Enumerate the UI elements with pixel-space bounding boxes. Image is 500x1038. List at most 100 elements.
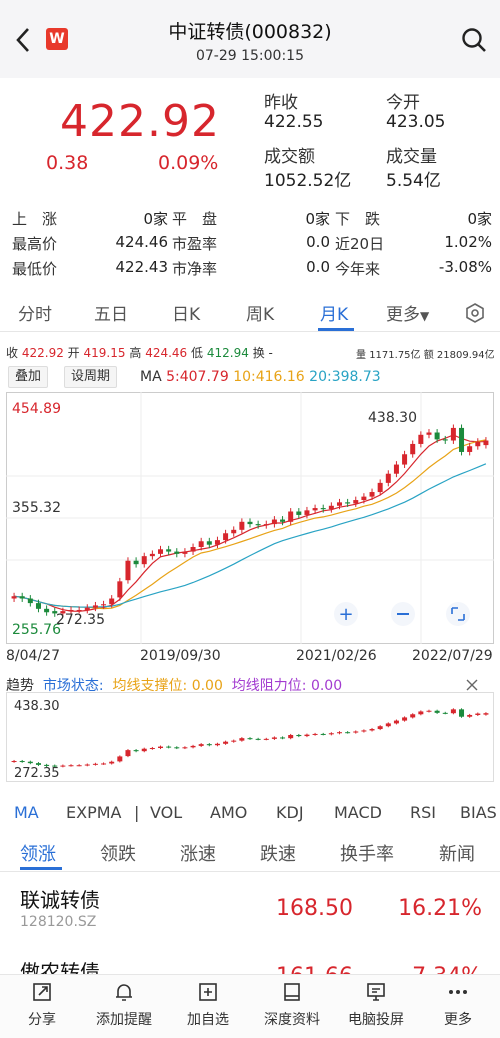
close-value: 422.92 [21,346,64,360]
cast-screen-button[interactable]: 电脑投屏 [336,981,416,1029]
stat-high-value: 424.46 [115,233,169,251]
candle-body [214,540,220,545]
turnover-value: 1052.52亿 [264,171,352,191]
plus-icon: + [338,604,353,625]
candle-body [255,738,261,740]
close-icon[interactable] [465,678,479,692]
candle-body [174,747,180,749]
ind-rsi[interactable]: RSI [410,803,436,822]
candle-body [68,765,74,767]
y-max-label: 454.89 [12,401,61,417]
ma-label: MA [140,369,162,385]
candle-body [92,763,98,765]
candle-body [345,502,351,504]
candle-body [166,549,172,552]
add-alert-button[interactable]: 添加提醒 [84,981,164,1029]
candle-body [182,747,188,749]
amt-value: 21809.94亿 [436,350,495,361]
candle-body [336,502,342,506]
rank-tab-fast-up[interactable]: 涨速 [180,840,216,866]
tab-daily-k[interactable]: 日K [172,300,200,325]
stat-pe-value: 0.0 [306,233,330,251]
candle-body [141,556,147,565]
tab-monthly-k[interactable]: 月K [320,300,348,325]
caret-down-icon: ▼ [420,309,430,323]
candle-body [198,744,204,746]
ind-ma[interactable]: MA [14,803,39,822]
tab-five-day[interactable]: 五日 [94,300,128,325]
candle-body [190,546,196,552]
high-value-k: 424.46 [145,346,188,360]
candle-body [450,427,456,441]
rank-tab-fast-down[interactable]: 跌速 [260,840,296,866]
x-tick-3: 2021/02/26 [296,648,377,664]
candle-body [288,511,294,522]
rank-tab-turnover[interactable]: 换手率 [340,840,394,866]
candle-body [475,713,481,715]
tab-more[interactable]: 更多▼ [386,300,429,325]
add-watchlist-button[interactable]: 加自选 [168,981,248,1029]
tab-weekly-k[interactable]: 周K [246,300,274,325]
bottom-toolbar: 分享 添加提醒 加自选 深度资料 电脑投屏 更多 [0,974,500,1038]
price-change-pct: 0.09% [158,152,219,174]
ma10-value: 10:416.16 [233,369,305,385]
share-button[interactable]: 分享 [2,981,82,1029]
ind-amo[interactable]: AMO [210,803,247,822]
candle-body [223,533,229,541]
deep-data-button[interactable]: 深度资料 [252,981,332,1029]
candle-body [402,454,408,465]
candle-body [361,496,367,501]
indicator-tabs: MA EXPMA | VOL AMO KDJ MACD RSI BIAS [0,800,500,826]
candle-body [434,432,440,440]
candle-body [450,709,456,714]
candle-body [35,603,41,609]
fullscreen-button[interactable] [446,602,470,626]
plus-square-icon [199,983,217,1001]
candlestick-chart[interactable]: 454.89 355.32 255.76 438.30 272.35 + [6,392,494,644]
candle-body [483,713,489,715]
set-period-button[interactable]: 设周期 [64,366,118,388]
amt-label: 额 [423,350,434,361]
ind-vol[interactable]: VOL [150,803,182,822]
candle-body [11,761,17,763]
more-button[interactable]: 更多 [418,981,498,1029]
candle-body [369,492,375,497]
ind-macd[interactable]: MACD [334,803,382,822]
rank-tab-gainers[interactable]: 领涨 [20,840,56,866]
settings-hexagon-icon[interactable] [464,302,486,324]
candle-body [459,427,465,452]
candle-body [239,738,245,741]
search-icon[interactable] [460,26,488,54]
price-change: 0.38 [46,152,89,174]
candle-body [92,605,98,608]
candle-body [426,710,432,712]
mini-min-label: 272.35 [14,766,60,781]
y-mid-label: 355.32 [12,500,61,516]
candle-body [304,510,310,515]
candle-body [149,748,155,750]
stat-flat-value: 0家 [305,210,330,228]
ind-bias[interactable]: BIAS [460,803,500,822]
tab-intraday[interactable]: 分时 [18,300,52,325]
ind-kdj[interactable]: KDJ [276,803,304,822]
stat-d20-label: 近20日 [335,235,385,253]
candle-body [442,439,448,441]
quote-time: 07-29 15:00:15 [195,48,304,64]
more-dots-icon [449,990,467,994]
overlay-button[interactable]: 叠加 [8,366,49,388]
candle-body [149,553,155,557]
candle-body [255,524,261,526]
vol-label: 量 [356,350,366,361]
ind-expma[interactable]: EXPMA [66,803,121,822]
ohlc-volume: 量 1171.75亿 额 21809.94亿 [356,346,495,361]
rank-tab-news[interactable]: 新闻 [439,840,475,866]
overview-chart[interactable]: 438.30 272.35 [6,692,494,782]
x-tick-2: 2019/09/30 [140,648,221,664]
row-name: 联诚转债 [20,888,100,912]
rank-tab-losers[interactable]: 领跌 [100,840,136,866]
volume-label: 成交量 [386,147,437,167]
candle-body [27,598,33,604]
candle-body [174,551,180,554]
candle-body [353,731,359,733]
candle-body [141,748,147,752]
